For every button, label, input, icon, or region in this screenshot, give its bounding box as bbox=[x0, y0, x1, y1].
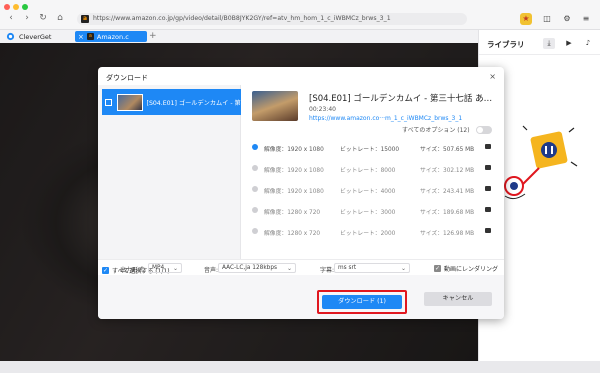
tab-home-label: CleverGet bbox=[19, 32, 52, 41]
all-options-label: すべてのオプション (12) bbox=[402, 127, 470, 134]
menu-icon[interactable]: ≡ bbox=[580, 13, 592, 25]
option-size: サイズ：243.41 MB bbox=[420, 189, 475, 195]
browser-toolbar: ‹ › ↻ ⌂ a https://www.amazon.co.jp/gp/vi… bbox=[0, 0, 600, 30]
video-format-icon bbox=[485, 186, 491, 191]
all-options-toggle[interactable] bbox=[475, 125, 492, 134]
empty-library-illustration bbox=[504, 125, 578, 200]
format-option-row[interactable]: 解像度：1920 x 1080 ビットレート：15000 サイズ：507.65 … bbox=[242, 137, 504, 157]
close-window-button[interactable] bbox=[4, 4, 10, 10]
video-title: [S04.E01] ゴールデンカムイ - 第三十七話 あ… bbox=[309, 94, 493, 104]
amazon-favicon-icon: a bbox=[81, 15, 89, 23]
option-resolution: 解像度：1280 x 720 bbox=[264, 210, 321, 216]
new-tab-button[interactable]: + bbox=[149, 31, 157, 42]
cart-icon[interactable]: ◫ bbox=[541, 13, 553, 25]
video-library-icon[interactable]: ▶ bbox=[563, 38, 575, 49]
all-options-toggle-row: すべてのオプション (12) bbox=[402, 125, 492, 134]
minimize-window-button[interactable] bbox=[13, 4, 19, 10]
audio-library-icon[interactable]: ♪ bbox=[582, 38, 594, 49]
video-item-checkbox[interactable] bbox=[105, 98, 112, 106]
video-detail: [S04.E01] ゴールデンカムイ - 第三十七話 あ… 00:23:40 h… bbox=[242, 85, 504, 259]
forward-icon[interactable]: › bbox=[22, 13, 32, 23]
option-bitrate: ビットレート：2000 bbox=[340, 231, 396, 237]
address-bar[interactable]: a https://www.amazon.co.jp/gp/video/deta… bbox=[77, 13, 467, 25]
video-list-item[interactable]: [S04.E01] ゴールデンカムイ - 第 bbox=[102, 89, 241, 115]
back-icon[interactable]: ‹ bbox=[6, 13, 16, 23]
audio-value: AAC-LC,ja 128kbps bbox=[222, 265, 278, 271]
download-list-icon[interactable]: ⤓ bbox=[543, 38, 555, 49]
video-format-icon bbox=[485, 165, 491, 170]
option-size: サイズ：507.65 MB bbox=[420, 147, 475, 153]
video-format-icon bbox=[485, 144, 491, 149]
tab-cleverget-home[interactable]: CleverGet bbox=[2, 31, 55, 42]
gift-icon[interactable]: ★ bbox=[520, 13, 532, 25]
format-option-row[interactable]: 解像度：1280 x 720 ビットレート：2000 サイズ：126.98 MB bbox=[242, 221, 504, 241]
audio-select[interactable]: AAC-LC,ja 128kbps ⌄ bbox=[218, 263, 296, 273]
format-option-row[interactable]: 解像度：1280 x 720 ビットレート：3000 サイズ：189.68 MB bbox=[242, 200, 504, 220]
format-option-row[interactable]: 解像度：1920 x 1080 ビットレート：4000 サイズ：243.41 M… bbox=[242, 179, 504, 199]
bottom-bar bbox=[0, 361, 600, 373]
chevron-down-icon: ⌄ bbox=[400, 265, 406, 272]
option-resolution: 解像度：1920 x 1080 bbox=[264, 147, 324, 153]
option-bitrate: ビットレート：8000 bbox=[340, 168, 396, 174]
video-item-thumbnail bbox=[116, 93, 143, 111]
download-button-highlight: ダウンロード (1) bbox=[317, 290, 407, 314]
library-title: ライブラリ bbox=[487, 40, 525, 49]
close-tab-icon[interactable]: × bbox=[78, 33, 84, 41]
tab-amazon[interactable]: × a Amazon.c bbox=[75, 31, 147, 42]
video-list: [S04.E01] ゴールデンカムイ - 第 ✓ すべて選択する (1/1) bbox=[98, 85, 241, 275]
dialog-title: ダウンロード bbox=[106, 74, 148, 82]
format-option-radio[interactable] bbox=[252, 228, 258, 234]
amazon-tab-favicon-icon: a bbox=[86, 33, 94, 40]
dialog-close-icon[interactable]: × bbox=[489, 72, 496, 81]
cancel-button[interactable]: キャンセル bbox=[424, 292, 492, 306]
video-item-label: [S04.E01] ゴールデンカムイ - 第 bbox=[146, 99, 241, 107]
format-option-radio[interactable] bbox=[252, 144, 258, 150]
option-bitrate: ビットレート：3000 bbox=[340, 210, 396, 216]
render-check-icon[interactable]: ✓ bbox=[434, 265, 441, 272]
option-size: サイズ：189.68 MB bbox=[420, 210, 475, 216]
option-bitrate: ビットレート：4000 bbox=[340, 189, 396, 195]
video-duration: 00:23:40 bbox=[309, 106, 336, 113]
format-option-radio[interactable] bbox=[252, 207, 258, 213]
tab-amazon-label: Amazon.c bbox=[96, 32, 129, 41]
video-format-icon bbox=[485, 228, 491, 233]
format-option-row[interactable]: 解像度：1920 x 1080 ビットレート：8000 サイズ：302.12 M… bbox=[242, 158, 504, 178]
subtitle-select[interactable]: ms srt ⌄ bbox=[334, 263, 410, 273]
format-option-radio[interactable] bbox=[252, 165, 258, 171]
output-format-select[interactable]: MP4 ⌄ bbox=[148, 263, 182, 273]
download-dialog: ダウンロード × [S04.E01] ゴールデンカムイ - 第 ✓ すべて選択す… bbox=[98, 67, 504, 319]
settings-icon[interactable]: ⚙ bbox=[561, 13, 573, 25]
output-format-value: MP4 bbox=[152, 265, 165, 271]
render-video-label: 動画にレンダリング bbox=[444, 266, 499, 273]
cleverget-logo-icon bbox=[6, 32, 15, 41]
chevron-down-icon: ⌄ bbox=[172, 265, 178, 272]
window-controls bbox=[4, 4, 28, 10]
option-size: サイズ：302.12 MB bbox=[420, 168, 475, 174]
dialog-footer: ダウンロード (1) キャンセル bbox=[98, 275, 504, 319]
reload-icon[interactable]: ↻ bbox=[38, 13, 48, 23]
output-format-label: 出力形式: bbox=[120, 267, 147, 274]
option-resolution: 解像度：1920 x 1080 bbox=[264, 168, 324, 174]
render-video-checkbox[interactable]: ✓ 動画にレンダリング bbox=[434, 264, 498, 273]
format-option-radio[interactable] bbox=[252, 186, 258, 192]
video-url-link[interactable]: https://www.amazon.co···m_1_c_iWBMCz_brw… bbox=[309, 115, 462, 122]
option-size: サイズ：126.98 MB bbox=[420, 231, 475, 237]
option-resolution: 解像度：1920 x 1080 bbox=[264, 189, 324, 195]
subtitle-value: ms srt bbox=[338, 265, 357, 271]
video-thumbnail bbox=[252, 91, 298, 121]
option-bitrate: ビットレート：15000 bbox=[340, 147, 400, 153]
download-button[interactable]: ダウンロード (1) bbox=[322, 295, 402, 309]
subtitle-label: 字幕: bbox=[320, 267, 335, 274]
library-divider bbox=[479, 54, 600, 55]
output-settings-bar: 出力形式: MP4 ⌄ 音声: AAC-LC,ja 128kbps ⌄ 字幕: … bbox=[98, 259, 504, 275]
audio-label: 音声: bbox=[204, 267, 219, 274]
address-bar-url[interactable]: https://www.amazon.co.jp/gp/video/detail… bbox=[93, 15, 391, 22]
home-icon[interactable]: ⌂ bbox=[55, 13, 65, 23]
maximize-window-button[interactable] bbox=[22, 4, 28, 10]
chevron-down-icon: ⌄ bbox=[286, 265, 292, 272]
tab-bar: CleverGet × a Amazon.c + bbox=[0, 30, 478, 43]
option-resolution: 解像度：1280 x 720 bbox=[264, 231, 321, 237]
video-format-icon bbox=[485, 207, 491, 212]
